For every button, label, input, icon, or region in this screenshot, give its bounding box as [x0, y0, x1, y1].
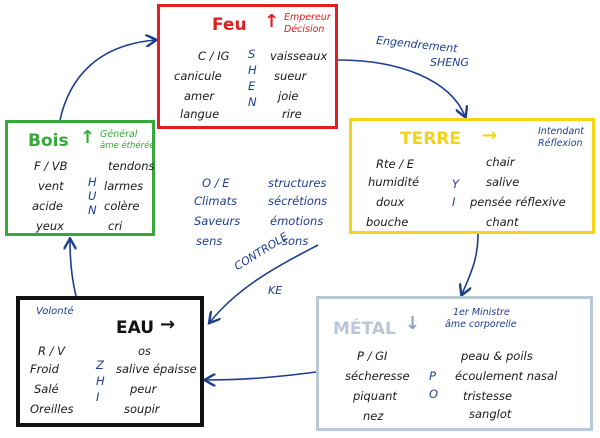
metal-col2-4: sanglot	[469, 407, 512, 421]
eau-title: EAU	[116, 318, 155, 338]
feu-col1-4: langue	[180, 107, 220, 121]
terre-code-1: Y	[452, 177, 460, 191]
terre-arrow-right-icon: →	[482, 125, 498, 146]
center-right-1: structures	[268, 176, 327, 190]
bois-role-2: âme éthérée	[100, 141, 155, 151]
arrow-eau-to-bois	[70, 240, 77, 297]
metal-box: MÉTAL ↓ 1er Ministre âme corporelle P / …	[316, 296, 593, 431]
eau-box: Volonté EAU → R / V Froid Salé Oreilles …	[16, 296, 204, 427]
bois-code-3: N	[88, 203, 97, 217]
metal-role-2: âme corporelle	[445, 319, 517, 330]
feu-code-2: H	[248, 63, 257, 77]
feu-col1-1: C / IG	[198, 49, 230, 63]
feu-code-1: S	[248, 47, 256, 61]
bois-col2-3: colère	[104, 199, 140, 213]
terre-col2-4: chant	[486, 215, 519, 229]
feu-role-2: Décision	[284, 24, 325, 35]
terre-title: TERRE	[400, 129, 462, 149]
arrow-bois-to-feu	[59, 40, 155, 121]
feu-col1-3: amer	[184, 89, 215, 103]
terre-col1-3: doux	[376, 195, 405, 209]
bois-col1-3: acide	[32, 199, 63, 213]
bois-code-2: U	[88, 189, 97, 203]
metal-code-1: P	[429, 369, 436, 383]
terre-col2-3: pensée réflexive	[470, 195, 566, 209]
bois-col2-1: tendons	[108, 159, 155, 173]
sheng-label: SHENG	[430, 56, 469, 69]
arrow-terre-to-metal	[462, 233, 479, 294]
bois-col1-1: F / VB	[34, 159, 68, 173]
bois-col1-2: vent	[38, 179, 64, 193]
metal-col2-3: tristesse	[463, 389, 513, 403]
center-left-4: sens	[196, 234, 223, 248]
center-left-3: Saveurs	[194, 214, 241, 228]
metal-col1-3: piquant	[353, 389, 397, 403]
metal-col2-2: écoulement nasal	[455, 369, 558, 383]
terre-col1-4: bouche	[366, 215, 409, 229]
terre-role-1: Intendant	[538, 126, 585, 137]
terre-box: TERRE → Intendant Réflexion Rte / E humi…	[349, 118, 595, 234]
eau-code-1: Z	[96, 358, 104, 372]
bois-col2-4: cri	[108, 219, 123, 233]
feu-col2-3: joie	[278, 89, 299, 103]
eau-col2-2: salive épaisse	[116, 362, 197, 376]
center-left-1: O / E	[202, 176, 230, 190]
eau-col2-1: os	[138, 344, 152, 358]
feu-code-4: N	[248, 95, 257, 109]
metal-col2-1: peau & poils	[461, 349, 533, 363]
eau-code-2: H	[96, 374, 105, 388]
terre-code-2: I	[452, 195, 456, 209]
terre-col2-1: chair	[486, 155, 515, 169]
bois-box: Bois ↑ Général âme éthérée F / VB vent a…	[5, 120, 155, 236]
eau-col2-4: soupir	[124, 402, 160, 416]
metal-arrow-down-icon: ↓	[405, 313, 421, 334]
bois-arrow-up-icon: ↑	[80, 127, 96, 148]
feu-col2-1: vaisseaux	[270, 49, 328, 63]
feu-arrow-up-icon: ↑	[264, 11, 280, 32]
terre-col2-2: salive	[486, 175, 520, 189]
terre-col1-1: Rte / E	[376, 157, 415, 171]
terre-role-2: Réflexion	[538, 138, 583, 149]
feu-box: Feu ↑ Empereur Décision C / IG canicule …	[157, 4, 338, 129]
eau-col1-4: Oreilles	[30, 402, 74, 416]
eau-col2-3: peur	[130, 382, 157, 396]
center-left-2: Climats	[194, 194, 238, 208]
ke-label: KE	[268, 284, 283, 297]
feu-col2-4: rire	[282, 107, 302, 121]
center-right-2: sécrétions	[268, 194, 328, 208]
terre-col1-2: humidité	[368, 175, 420, 189]
metal-col1-2: sécheresse	[345, 369, 410, 383]
feu-col2-2: sueur	[274, 69, 307, 83]
bois-role-1: Général	[100, 129, 138, 140]
bois-col2-2: larmes	[104, 179, 144, 193]
eau-code-3: I	[96, 390, 100, 404]
engendrement-label: Engendrement	[375, 33, 459, 56]
metal-col1-4: nez	[363, 409, 384, 423]
center-right-3: émotions	[270, 214, 324, 228]
eau-arrow-right-icon: →	[160, 314, 176, 335]
feu-title: Feu	[212, 15, 247, 35]
feu-col1-2: canicule	[174, 69, 222, 83]
metal-col1-1: P / GI	[357, 349, 388, 363]
metal-code-2: O	[429, 387, 439, 401]
eau-col1-3: Salé	[34, 382, 59, 396]
eau-col1-2: Froid	[30, 362, 59, 376]
eau-volonte: Volonté	[36, 306, 74, 317]
metal-title: MÉTAL	[333, 319, 396, 339]
feu-code-3: E	[248, 79, 256, 93]
bois-col1-4: yeux	[36, 219, 64, 233]
controle-label: CONTROLE	[232, 229, 291, 274]
metal-role-1: 1er Ministre	[453, 307, 510, 318]
bois-title: Bois	[28, 131, 69, 151]
arrow-metal-to-eau	[206, 371, 317, 380]
bois-code-1: H	[88, 175, 97, 189]
eau-col1-1: R / V	[38, 344, 66, 358]
feu-role-1: Empereur	[284, 12, 331, 23]
